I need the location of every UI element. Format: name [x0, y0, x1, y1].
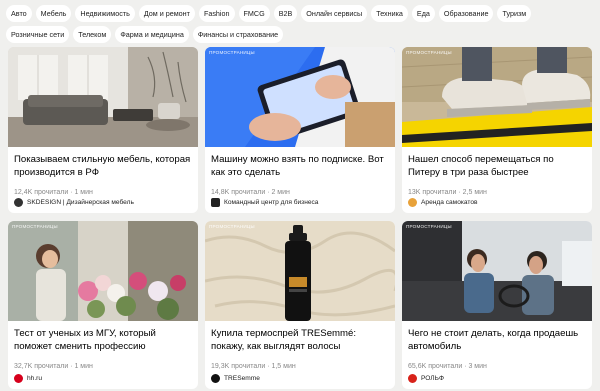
read-time: 3 мин [468, 363, 487, 370]
tag-fashion[interactable]: Fashion [198, 5, 235, 22]
read-count: 12,4K прочитали [14, 189, 69, 196]
author-name: РОЛЬФ [421, 375, 444, 382]
article-card[interactable]: ПРОМОСТРАНИЦЫ Машину можно взять по подп… [205, 47, 395, 213]
promo-badge: ПРОМОСТРАНИЦЫ [209, 50, 255, 55]
business-center-logo-icon [211, 198, 220, 207]
read-count: 13K прочитали [408, 189, 457, 196]
rolf-logo-icon [408, 374, 417, 383]
article-image-living-room [8, 47, 198, 147]
article-image-car-interior: ПРОМОСТРАНИЦЫ [402, 221, 592, 321]
skdesign-logo-icon [14, 198, 23, 207]
author-name: TRESemme [224, 375, 260, 382]
read-count: 14,8K прочитали [211, 189, 266, 196]
tag-online-services[interactable]: Онлайн сервисы [301, 5, 368, 22]
article-meta: 19,3K прочитали · 1,5 мин [205, 360, 395, 373]
scooter-rental-logo-icon [408, 198, 417, 207]
article-image-sneakers-scooter: ПРОМОСТРАНИЦЫ [402, 47, 592, 147]
article-image-tablet-hands: ПРОМОСТРАНИЦЫ [205, 47, 395, 147]
article-card[interactable]: ПРОМОСТРАНИЦЫ Купила термоспрей TRESemmé… [205, 221, 395, 389]
promo-badge: ПРОМОСТРАНИЦЫ [406, 50, 452, 55]
article-title[interactable]: Машину можно взять по подписке. Вот как … [205, 147, 395, 186]
article-meta: 65,6K прочитали · 3 мин [402, 360, 592, 373]
promo-badge: ПРОМОСТРАНИЦЫ [209, 224, 255, 229]
article-author[interactable]: TRESemme [211, 374, 260, 383]
article-author[interactable]: Аренда самокатов [408, 198, 478, 207]
tag-auto[interactable]: Авто [6, 5, 32, 22]
promo-badge: ПРОМОСТРАНИЦЫ [406, 224, 452, 229]
article-author[interactable]: hh.ru [14, 374, 42, 383]
tag-furniture[interactable]: Мебель [35, 5, 72, 22]
article-card[interactable]: Показываем стильную мебель, которая прои… [8, 47, 198, 213]
tag-finance[interactable]: Финансы и страхование [192, 26, 284, 43]
read-count: 32,7K прочитали [14, 363, 69, 370]
read-time: 1 мин [74, 363, 93, 370]
hh-logo-icon [14, 374, 23, 383]
author-name: Аренда самокатов [421, 199, 478, 206]
article-image-spray-bottle: ПРОМОСТРАНИЦЫ [205, 221, 395, 321]
category-tags: Авто Мебель Недвижимость Дом и ремонт Fa… [6, 5, 596, 43]
tag-food[interactable]: Еда [411, 5, 435, 22]
article-title[interactable]: Нашел способ перемещаться по Питеру в тр… [402, 147, 592, 186]
author-name: SKDESIGN | Дизайнерская мебель [27, 199, 134, 206]
tag-pharma[interactable]: Фарма и медицина [115, 26, 189, 43]
tag-retail[interactable]: Розничные сети [6, 26, 70, 43]
tag-home-repair[interactable]: Дом и ремонт [138, 5, 195, 22]
promo-badge: ПРОМОСТРАНИЦЫ [12, 224, 58, 229]
author-name: hh.ru [27, 375, 43, 382]
article-card[interactable]: ПРОМОСТРАНИЦЫ Тест от ученых из МГУ, кот… [8, 221, 198, 389]
tresemme-logo-icon [211, 374, 220, 383]
tag-real-estate[interactable]: Недвижимость [75, 5, 135, 22]
article-card[interactable]: ПРОМОСТРАНИЦЫ Нашел способ перемещаться … [402, 47, 592, 213]
article-grid: Показываем стильную мебель, которая прои… [8, 47, 595, 389]
read-time: 2 мин [271, 189, 290, 196]
article-title[interactable]: Тест от ученых из МГУ, который поможет с… [8, 321, 198, 360]
read-time: 2,5 мин [462, 189, 487, 196]
article-author[interactable]: SKDESIGN | Дизайнерская мебель [14, 198, 134, 207]
article-author[interactable]: РОЛЬФ [408, 374, 444, 383]
article-author[interactable]: Командный центр для бизнеса [211, 198, 318, 207]
tag-tech[interactable]: Техника [371, 5, 408, 22]
article-image-florist: ПРОМОСТРАНИЦЫ [8, 221, 198, 321]
tag-b2b[interactable]: B2B [273, 5, 298, 22]
tag-education[interactable]: Образование [438, 5, 494, 22]
author-name: Командный центр для бизнеса [224, 199, 319, 206]
read-time: 1,5 мин [271, 363, 296, 370]
article-title[interactable]: Показываем стильную мебель, которая прои… [8, 147, 198, 186]
article-title[interactable]: Купила термоспрей TRESemmé: покажу, как … [205, 321, 395, 360]
article-title[interactable]: Чего не стоит делать, когда продаешь авт… [402, 321, 592, 360]
read-count: 65,6K прочитали [408, 363, 463, 370]
article-meta: 32,7K прочитали · 1 мин [8, 360, 198, 373]
read-time: 1 мин [74, 189, 93, 196]
tag-fmcg[interactable]: FMCG [238, 5, 270, 22]
tag-tourism[interactable]: Туризм [497, 5, 532, 22]
article-card[interactable]: ПРОМОСТРАНИЦЫ Чего не стоит делать, когд… [402, 221, 592, 389]
tag-telecom[interactable]: Телеком [73, 26, 112, 43]
read-count: 19,3K прочитали [211, 363, 266, 370]
